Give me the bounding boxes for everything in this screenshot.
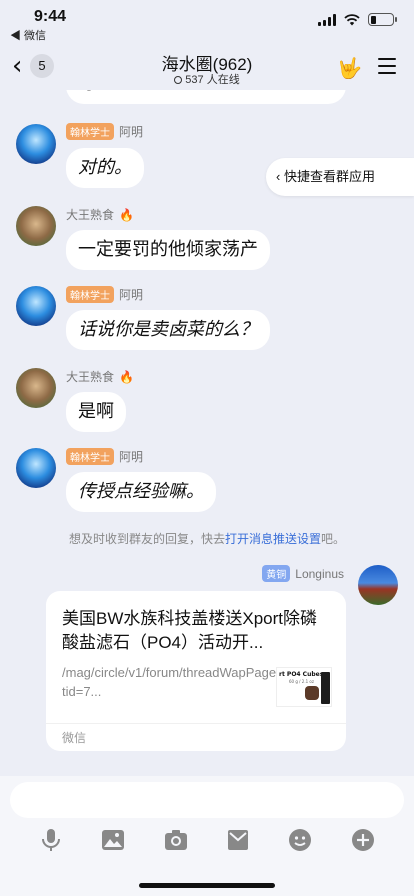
message-text: 是啊 — [78, 401, 114, 422]
input-bar — [0, 776, 414, 896]
status-bar: 9:44 ◀ 微信 — [0, 0, 414, 44]
avatar[interactable] — [16, 286, 56, 326]
message-bubble[interactable]: 一定要罚的他倾家荡产 — [66, 230, 270, 270]
home-indicator — [139, 883, 275, 888]
message-bubble[interactable]: 订 — [66, 90, 346, 104]
avatar[interactable] — [16, 368, 56, 408]
card-thumbnail: rt PO4 Cubes 60 g / 2.1 oz — [276, 667, 332, 707]
sender-line: 翰林学士 阿明 — [66, 448, 143, 465]
online-count-label: 537 人在线 — [185, 74, 240, 86]
plus-icon[interactable] — [351, 828, 375, 852]
avatar[interactable] — [16, 124, 56, 164]
push-settings-link[interactable]: 打开消息推送设置 — [225, 532, 321, 546]
tip-text-before: 想及时收到群友的回复，快去 — [68, 532, 225, 546]
emoji-icon[interactable] — [288, 828, 312, 852]
envelope-icon[interactable] — [226, 828, 250, 852]
nav-bar: ‹ 5 海水圈(962) 537 人在线 🤟 — [0, 44, 414, 90]
image-icon[interactable] — [101, 828, 125, 852]
message-bubble[interactable]: 是啊 — [66, 392, 126, 432]
message-text: 一定要罚的他倾家荡产 — [78, 239, 258, 260]
signal-icon — [318, 13, 336, 26]
card-source: 微信 — [46, 723, 346, 751]
thumbnail-subtext: 60 g / 2.1 oz — [289, 679, 314, 684]
online-dot-icon — [174, 76, 183, 84]
quick-app-label: 快捷查看群应用 — [283, 169, 375, 184]
sender-name[interactable]: 阿明 — [119, 448, 143, 465]
sender-name[interactable]: 阿明 — [119, 123, 143, 140]
message-text: 话说你是卖卤菜的么？ — [78, 319, 258, 340]
camera-icon[interactable] — [164, 828, 188, 852]
message-text: 订 — [78, 90, 96, 94]
message-input[interactable] — [10, 782, 404, 818]
back-to-app-link[interactable]: ◀ 微信 — [10, 27, 46, 43]
message-bubble[interactable]: 话说你是卖卤菜的么？ — [66, 310, 270, 350]
message-bubble[interactable]: 对的。 — [66, 148, 144, 188]
message-bubble[interactable]: 传授点经验嘛。 — [66, 472, 216, 512]
title-badge: 黄铜 — [262, 565, 291, 582]
title-badge: 翰林学士 — [66, 448, 114, 465]
title-badge: 翰林学士 — [66, 286, 114, 303]
message-text: 传授点经验嘛。 — [78, 481, 204, 502]
quick-app-button[interactable]: ‹ 快捷查看群应用 — [266, 158, 414, 196]
chevron-left-icon: ‹ — [276, 169, 284, 184]
fire-icon: 🔥 — [119, 207, 134, 222]
card-title: 美国BW水族科技盖楼送Xport除磷酸盐滤石（PO4）活动开... — [62, 609, 318, 652]
sender-line: 翰林学士 阿明 — [66, 286, 143, 303]
shared-link-card[interactable]: 美国BW水族科技盖楼送Xport除磷酸盐滤石（PO4）活动开... /mag/c… — [46, 591, 346, 751]
avatar[interactable] — [16, 448, 56, 488]
wifi-icon — [344, 13, 360, 25]
filter-stone-image — [305, 686, 319, 700]
sender-name[interactable]: 大王熟食 — [66, 368, 114, 385]
microphone-icon[interactable] — [39, 828, 63, 852]
input-toolbar — [0, 828, 414, 852]
own-sender-line: 黄铜 Longinus — [262, 565, 344, 582]
avatar[interactable] — [16, 206, 56, 246]
menu-icon[interactable] — [378, 58, 396, 79]
sender-line: 翰林学士 阿明 — [66, 123, 143, 140]
chat-area[interactable]: 订 翰林学士 阿明 对的。 ‹ 快捷查看群应用 大王熟食 🔥 一定要罚的他倾家荡… — [0, 90, 414, 776]
sender-line: 大王熟食 🔥 — [66, 368, 134, 385]
sender-name[interactable]: Longinus — [295, 567, 344, 581]
push-notification-tip: 想及时收到群友的回复，快去打开消息推送设置吧。 — [0, 530, 414, 547]
sender-name[interactable]: 大王熟食 — [66, 206, 114, 223]
status-icons — [318, 13, 397, 26]
battery-icon — [368, 13, 397, 26]
tip-text-after: 吧。 — [321, 532, 346, 546]
status-time: 9:44 — [34, 8, 67, 25]
rock-hand-icon[interactable]: 🤟 — [337, 56, 362, 80]
product-box-image — [321, 672, 330, 704]
card-url: /mag/circle/v1/forum/threadWapPage?tid=7… — [62, 665, 284, 699]
thumbnail-text: rt PO4 Cubes — [279, 671, 324, 678]
own-avatar[interactable] — [358, 565, 398, 605]
fire-icon: 🔥 — [119, 369, 134, 384]
title-badge: 翰林学士 — [66, 123, 114, 140]
sender-name[interactable]: 阿明 — [119, 286, 143, 303]
sender-line: 大王熟食 🔥 — [66, 206, 134, 223]
message-text: 对的。 — [78, 157, 132, 178]
